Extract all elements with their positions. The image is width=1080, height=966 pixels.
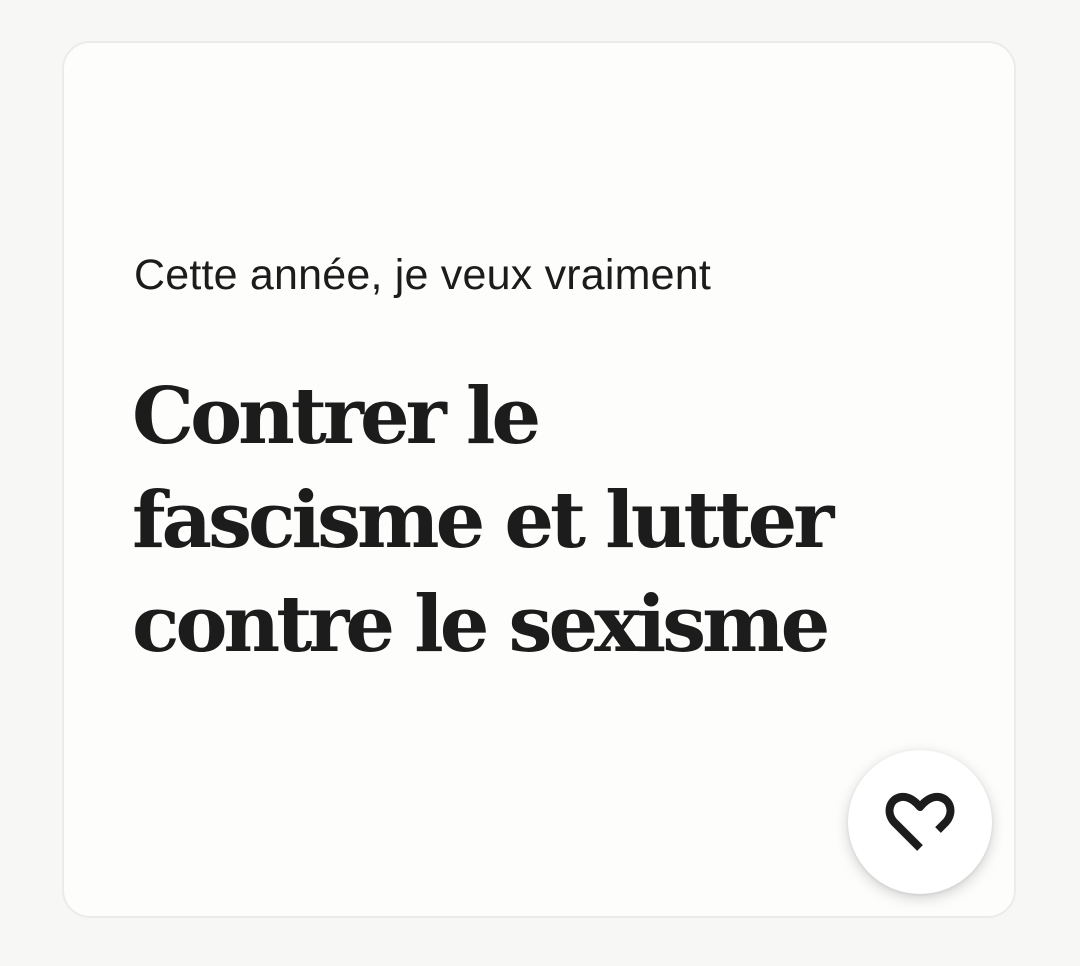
prompt-answer: Contrer le fascisme et lutter contre le … [132,365,834,677]
heart-outline-icon [884,786,956,858]
prompt-answer-line: Contrer le [132,371,541,462]
prompt-answer-line: fascisme et lutter [132,475,834,566]
prompt-label: Cette année, je veux vraiment [134,251,712,299]
like-button[interactable] [848,750,992,894]
prompt-card: Cette année, je veux vraiment Contrer le… [62,41,1016,918]
prompt-answer-line: contre le sexisme [132,579,830,670]
